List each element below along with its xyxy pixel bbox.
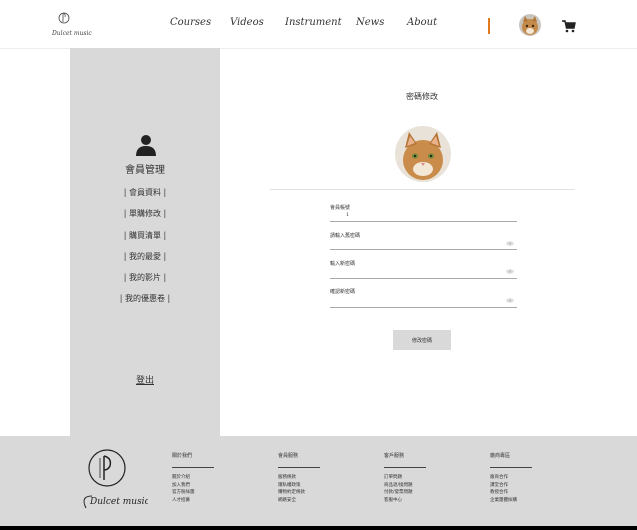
- confirm-password-label: 確認新密碼: [330, 289, 356, 295]
- footer-rule: [490, 467, 532, 468]
- footer-rule: [278, 467, 320, 468]
- footer-link[interactable]: 訂單問題: [384, 474, 464, 482]
- nav-videos[interactable]: Videos: [230, 17, 264, 28]
- account-label: 會員帳號: [330, 205, 351, 211]
- old-password-field[interactable]: [330, 249, 517, 250]
- sidebar-item-orders[interactable]: | 購買清單 |: [70, 230, 220, 241]
- eye-icon[interactable]: [506, 241, 514, 246]
- footer-column-support: 客戶服務 訂單問題 商品退/換問題 付款/發票問題 客服中心: [384, 452, 464, 504]
- footer-rule: [384, 467, 426, 468]
- eye-icon[interactable]: [506, 269, 514, 274]
- footer-link[interactable]: 購物約定條款: [278, 489, 358, 497]
- new-password-label: 輸入新密碼: [330, 261, 356, 267]
- footer-link[interactable]: 網路安全: [278, 497, 358, 505]
- footer-link[interactable]: 加入我們: [172, 482, 252, 490]
- confirm-password-field[interactable]: [330, 307, 517, 308]
- footer-column-about: 關於我們 關於介紹 加入我們 官方粉絲團 人才招募: [172, 452, 252, 504]
- site-footer: Dulcet music 關於我們 關於介紹 加入我們 官方粉絲團 人才招募 會…: [0, 436, 637, 530]
- account-field[interactable]: [330, 221, 517, 222]
- content-divider: [270, 189, 575, 190]
- bottom-bar: [0, 526, 637, 530]
- old-password-label: 請輸入舊密碼: [330, 233, 361, 239]
- sidebar-item-profile[interactable]: | 會員資料 |: [70, 187, 220, 198]
- footer-link[interactable]: 服務條款: [278, 474, 358, 482]
- footer-link[interactable]: 企業團體採購: [490, 497, 570, 505]
- footer-link[interactable]: 課堂合作: [490, 482, 570, 490]
- footer-link[interactable]: 教授合作: [490, 489, 570, 497]
- member-title: 會員管理: [125, 165, 165, 176]
- logout-link[interactable]: 登出: [70, 373, 220, 386]
- cat-avatar-icon[interactable]: [519, 14, 541, 36]
- nav-divider: [488, 18, 490, 34]
- eye-icon[interactable]: [506, 298, 514, 303]
- new-password-field[interactable]: [330, 278, 517, 279]
- brand-logo[interactable]: Dulcet music: [30, 10, 100, 40]
- footer-heading: 關於我們: [172, 453, 193, 459]
- nav-courses[interactable]: Courses: [170, 17, 211, 28]
- sidebar-item-favorites[interactable]: | 我的最愛 |: [70, 251, 220, 262]
- cart-icon[interactable]: [562, 19, 576, 33]
- footer-column-vendor: 廠商專區 廠商合作 課堂合作 教授合作 企業團體採購: [490, 452, 570, 504]
- footer-link[interactable]: 官方粉絲團: [172, 489, 252, 497]
- footer-link[interactable]: 關於介紹: [172, 474, 252, 482]
- sidebar-item-coupons[interactable]: | 我的優惠卷 |: [70, 293, 220, 304]
- page-title: 密碼修改: [406, 92, 438, 101]
- footer-link[interactable]: 隱私權政策: [278, 482, 358, 490]
- top-header: Dulcet music Courses Videos Instrument N…: [0, 0, 637, 49]
- footer-link[interactable]: 付款/發票問題: [384, 489, 464, 497]
- footer-brand-word-1: Dulcet music: [89, 497, 148, 507]
- change-password-button[interactable]: 修改密碼: [393, 330, 451, 350]
- member-user-icon: [136, 135, 156, 156]
- footer-rule: [172, 467, 214, 468]
- footer-heading: 客戶服務: [384, 453, 405, 459]
- footer-column-member: 會員服務 服務條款 隱私權政策 購物約定條款 網路安全: [278, 452, 358, 504]
- nav-instrument[interactable]: Instrument: [285, 17, 342, 28]
- profile-photo[interactable]: [395, 126, 451, 182]
- footer-heading: 廠商專區: [490, 453, 511, 459]
- footer-link[interactable]: 廠商合作: [490, 474, 570, 482]
- footer-link[interactable]: 人才招募: [172, 497, 252, 505]
- footer-link[interactable]: 客服中心: [384, 497, 464, 505]
- nav-news[interactable]: News: [356, 17, 384, 28]
- member-sidebar: 會員管理 | 會員資料 | | 單購修改 | | 購買清單 | | 我的最愛 |…: [70, 48, 220, 436]
- sidebar-item-password[interactable]: | 單購修改 |: [70, 208, 220, 219]
- footer-heading: 會員服務: [278, 453, 299, 459]
- sidebar-item-videos[interactable]: | 我的影片 |: [70, 272, 220, 283]
- nav-about[interactable]: About: [407, 17, 437, 28]
- footer-link[interactable]: 商品退/換問題: [384, 482, 464, 490]
- music-note-logo-icon: [58, 12, 70, 24]
- brand-name: Dulcet music: [52, 30, 92, 37]
- account-value: 1: [346, 212, 350, 218]
- footer-brand-logo[interactable]: Dulcet music: [78, 446, 148, 516]
